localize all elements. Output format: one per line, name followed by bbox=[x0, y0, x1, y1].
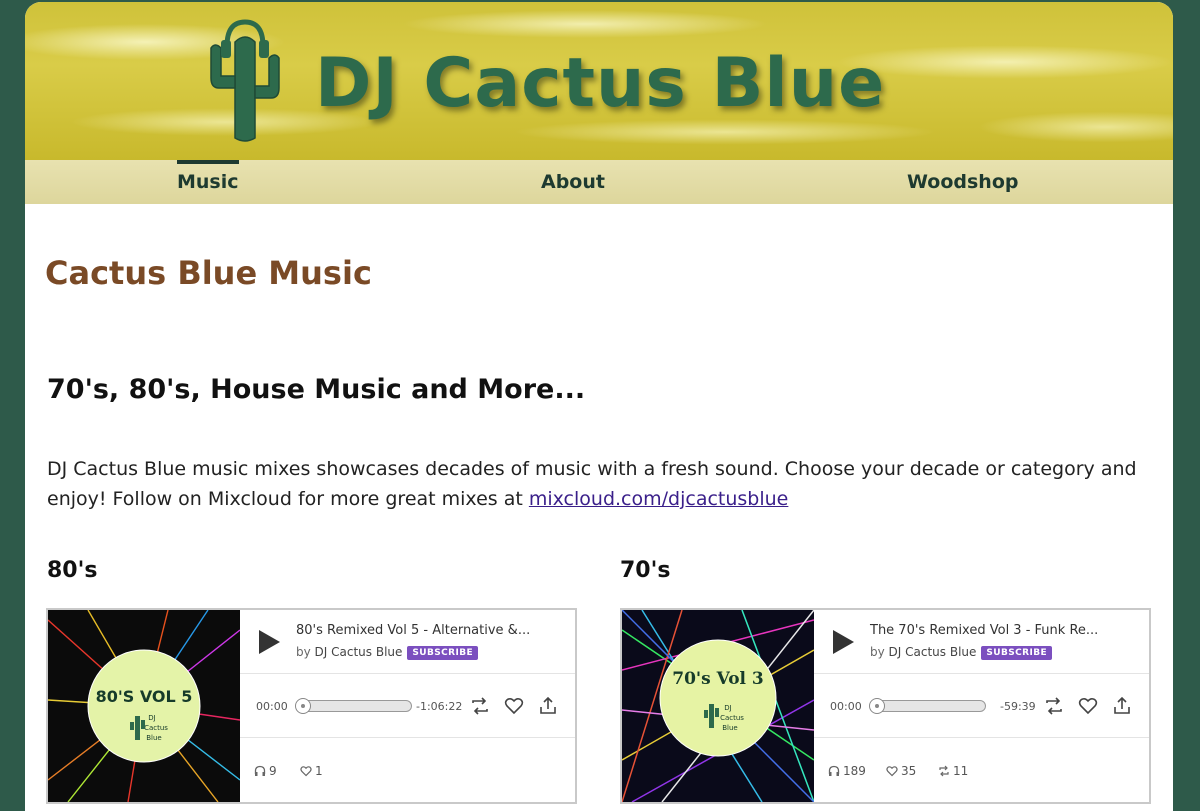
time-elapsed: 00:00 bbox=[830, 700, 862, 713]
nav-item-woodshop[interactable]: Woodshop bbox=[907, 160, 1018, 204]
mixcloud-player-80s: 80'S VOL 5 DJ Cactus Blue 80's Remixed V… bbox=[46, 608, 577, 804]
svg-text:DJ: DJ bbox=[724, 704, 731, 712]
cover-art-80s[interactable]: 80'S VOL 5 DJ Cactus Blue bbox=[48, 610, 240, 802]
heart-small-icon bbox=[886, 766, 898, 777]
mixcloud-player-70s: 70's Vol 3 DJ Cactus Blue The 70's Remix… bbox=[620, 608, 1151, 804]
headphones-icon bbox=[828, 765, 840, 776]
progress-scrubber[interactable] bbox=[295, 698, 412, 714]
page-container: DJ Cactus Blue Music About Woodshop Cact… bbox=[25, 2, 1173, 811]
site-title: DJ Cactus Blue bbox=[315, 44, 886, 123]
plays-stat: 189 bbox=[828, 764, 866, 778]
time-remaining: -59:39 bbox=[1000, 700, 1036, 713]
nav-item-music[interactable]: Music bbox=[177, 160, 239, 204]
playback-row: 00:00 -59:39 bbox=[814, 674, 1149, 738]
heart-icon[interactable] bbox=[1078, 696, 1098, 716]
cover-art-70s[interactable]: 70's Vol 3 DJ Cactus Blue bbox=[622, 610, 814, 802]
by-label: by bbox=[870, 645, 885, 659]
subscribe-button[interactable]: SUBSCRIBE bbox=[407, 646, 479, 660]
svg-text:Blue: Blue bbox=[146, 734, 162, 742]
main-nav: Music About Woodshop bbox=[25, 160, 1173, 204]
svg-text:Cactus: Cactus bbox=[720, 714, 744, 722]
likes-stat: 35 bbox=[886, 764, 916, 778]
cover-art-image: 80'S VOL 5 DJ Cactus Blue bbox=[48, 610, 240, 802]
track-info-row: 80's Remixed Vol 5 - Alternative &... by… bbox=[240, 610, 575, 674]
nav-item-about[interactable]: About bbox=[541, 160, 605, 204]
column-heading-80s: 80's bbox=[47, 558, 98, 583]
intro-paragraph: DJ Cactus Blue music mixes showcases dec… bbox=[47, 454, 1147, 514]
reposts-stat: 11 bbox=[938, 764, 968, 778]
cover-art-title: 80'S VOL 5 bbox=[96, 687, 193, 706]
plays-stat: 9 bbox=[254, 764, 277, 778]
heart-small-icon bbox=[300, 766, 312, 777]
heart-icon[interactable] bbox=[504, 696, 524, 716]
stats-row: 189 35 11 bbox=[814, 738, 1149, 802]
mixcloud-link[interactable]: mixcloud.com/djcactusblue bbox=[529, 488, 789, 510]
repost-icon[interactable] bbox=[470, 696, 490, 716]
track-info-row: The 70's Remixed Vol 3 - Funk Re... by D… bbox=[814, 610, 1149, 674]
column-heading-70s: 70's bbox=[620, 558, 671, 583]
play-icon[interactable] bbox=[254, 628, 282, 656]
svg-text:Blue: Blue bbox=[722, 724, 738, 732]
repost-small-icon bbox=[939, 765, 949, 777]
scrubber-knob[interactable] bbox=[869, 698, 885, 714]
likes-stat: 1 bbox=[300, 764, 323, 778]
progress-scrubber[interactable] bbox=[869, 698, 986, 714]
track-byline: by DJ Cactus Blue SUBSCRIBE bbox=[870, 645, 1053, 660]
time-remaining: -1:06:22 bbox=[416, 700, 463, 713]
player-panel: The 70's Remixed Vol 3 - Funk Re... by D… bbox=[814, 610, 1149, 802]
cover-art-image: 70's Vol 3 DJ Cactus Blue bbox=[622, 610, 814, 802]
plays-count: 189 bbox=[843, 764, 866, 778]
artist-link[interactable]: DJ Cactus Blue bbox=[889, 645, 977, 659]
repost-icon[interactable] bbox=[1044, 696, 1064, 716]
player-panel: 80's Remixed Vol 5 - Alternative &... by… bbox=[240, 610, 575, 802]
header-banner: DJ Cactus Blue bbox=[25, 2, 1173, 160]
subscribe-button[interactable]: SUBSCRIBE bbox=[981, 646, 1053, 660]
play-icon[interactable] bbox=[828, 628, 856, 656]
share-icon[interactable] bbox=[538, 696, 558, 716]
stats-row: 9 1 bbox=[240, 738, 575, 802]
likes-count: 35 bbox=[901, 764, 917, 778]
share-icon[interactable] bbox=[1112, 696, 1132, 716]
playback-row: 00:00 -1:06:22 bbox=[240, 674, 575, 738]
track-title[interactable]: The 70's Remixed Vol 3 - Funk Re... bbox=[870, 623, 1098, 638]
headphones-icon bbox=[254, 765, 266, 776]
svg-text:Cactus: Cactus bbox=[144, 724, 168, 732]
artist-link[interactable]: DJ Cactus Blue bbox=[315, 645, 403, 659]
time-elapsed: 00:00 bbox=[256, 700, 288, 713]
track-byline: by DJ Cactus Blue SUBSCRIBE bbox=[296, 645, 479, 660]
reposts-count: 11 bbox=[953, 764, 969, 778]
section-heading: 70's, 80's, House Music and More... bbox=[47, 374, 586, 405]
track-title[interactable]: 80's Remixed Vol 5 - Alternative &... bbox=[296, 623, 530, 638]
cactus-headphones-logo bbox=[210, 19, 280, 142]
cover-art-title: 70's Vol 3 bbox=[672, 669, 764, 689]
plays-count: 9 bbox=[269, 764, 277, 778]
svg-text:DJ: DJ bbox=[148, 714, 155, 722]
scrubber-knob[interactable] bbox=[295, 698, 311, 714]
by-label: by bbox=[296, 645, 311, 659]
page-title: Cactus Blue Music bbox=[45, 254, 372, 292]
likes-count: 1 bbox=[315, 764, 323, 778]
